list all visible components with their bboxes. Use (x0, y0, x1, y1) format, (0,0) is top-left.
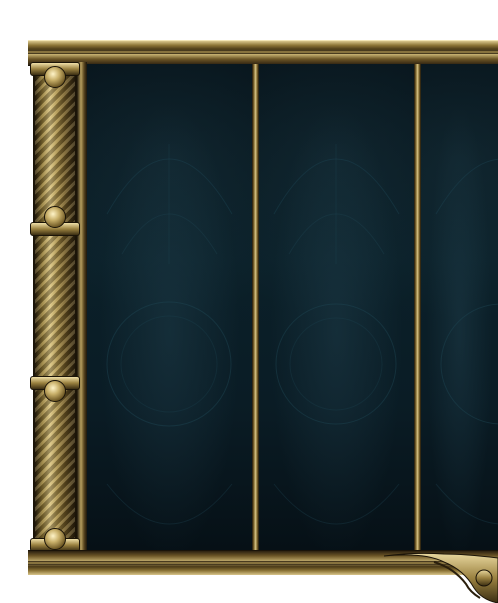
card-panel-3[interactable] (421, 64, 498, 551)
rosette-ornament (44, 380, 66, 402)
panel-filigree-pattern (435, 158, 498, 525)
ornate-frame-scene (0, 0, 498, 603)
top-gold-rail (28, 40, 498, 65)
left-ornamental-pillar (33, 62, 77, 553)
panel-filigree-pattern (273, 144, 400, 525)
bottom-crest-ornament (384, 552, 498, 603)
panel-filigree-pattern (106, 144, 233, 525)
rosette-ornament (44, 206, 66, 228)
rosette-ornament (44, 66, 66, 88)
rosette-ornament (44, 528, 66, 550)
panel-divider (252, 64, 259, 551)
panel-divider (414, 64, 421, 551)
card-panel-1[interactable] (87, 64, 252, 551)
pillar-inner-edge (77, 62, 87, 553)
card-panel-2[interactable] (259, 64, 414, 551)
